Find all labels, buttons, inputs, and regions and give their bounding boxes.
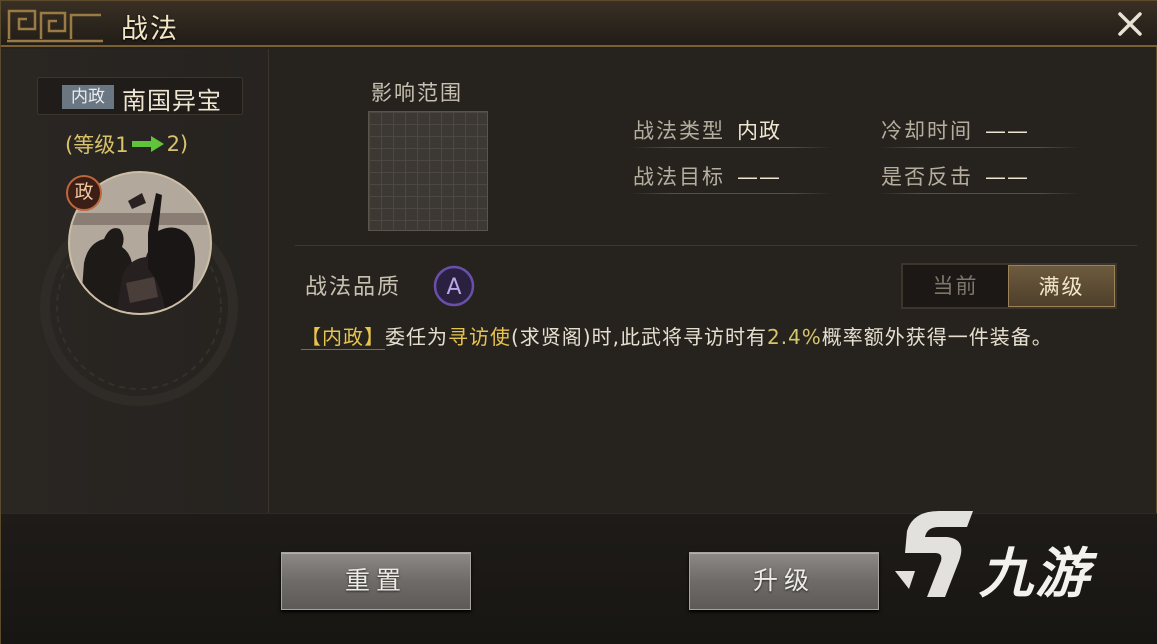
politics-badge: 政 [66,175,102,211]
watermark-text: 九游 [979,542,1091,605]
stat-label: 战法类型 [633,119,725,143]
stat-value: —— [985,119,1029,143]
toggle-max-level[interactable]: 满级 [1008,265,1115,307]
desc-text: (求贤阁)时,此武将寻访时有 [511,325,767,349]
stat-target: 战法目标 —— [633,161,781,191]
skill-detail-panel: 影响范围 战法类型 内政 冷却时间 —— 战法目标 —— 是否反击 —— 战法品质 A … [271,49,1157,513]
skill-name-box: 内政 南国异宝 [37,77,243,115]
stat-label: 战法目标 [633,165,725,189]
desc-text: 概率额外获得一件装备。 [821,325,1053,349]
upgrade-button[interactable]: 升级 [689,552,879,610]
stat-cooldown: 冷却时间 —— [881,115,1029,145]
stat-skill-type: 战法类型 内政 [633,115,781,145]
range-label: 影响范围 [371,81,463,105]
desc-text: 委任为 [385,325,448,349]
green-arrow-icon [131,136,164,152]
stat-underline [631,193,831,194]
skill-description: 【内政】委任为寻访使(求贤阁)时,此武将寻访时有2.4%概率额外获得一件装备。 [301,321,1131,353]
skill-dialog: 战法 内政 南国异宝 (等级1 2) 政 影响范围 战法类型 内政 冷却时间 —… [0,0,1157,644]
skill-name: 南国异宝 [122,87,222,115]
stat-underline [631,147,831,148]
desc-tag: 【内政】 [301,325,385,350]
title-bar: 战法 [1,1,1157,47]
stat-underline [879,193,1079,194]
desc-keyword: 寻访使 [448,325,511,349]
quality-label: 战法品质 [305,275,402,300]
svg-text:A: A [446,275,461,300]
stat-underline [879,147,1079,148]
stat-label: 是否反击 [881,165,973,189]
stat-value: —— [985,165,1029,189]
stat-value: —— [737,165,781,189]
divider [295,245,1137,246]
fretwork-ornament-icon [7,9,103,43]
level-progress: (等级1 2) [65,129,188,159]
stat-counterattack: 是否反击 —— [881,161,1029,191]
stat-label: 冷却时间 [881,119,973,143]
range-grid [368,111,488,231]
reset-button[interactable]: 重置 [281,552,471,610]
close-icon[interactable] [1112,6,1148,42]
toggle-current[interactable]: 当前 [903,265,1008,307]
desc-percent: 2.4% [766,325,822,349]
level-from: (等级1 [65,133,129,157]
level-to: 2) [166,132,189,156]
stat-value: 内政 [737,119,781,143]
level-toggle[interactable]: 当前 满级 [901,263,1117,309]
quality-grade-icon: A [433,265,475,307]
skill-type-tag: 内政 [62,85,114,109]
dialog-title: 战法 [121,14,179,45]
